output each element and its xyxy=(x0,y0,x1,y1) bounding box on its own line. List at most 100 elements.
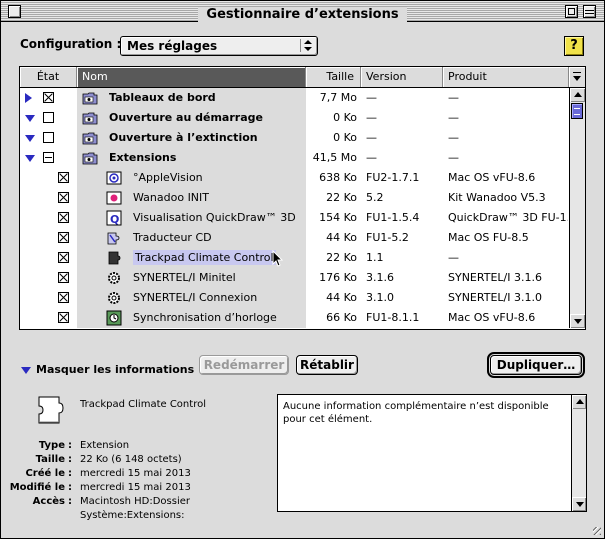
enable-checkbox[interactable] xyxy=(58,232,69,243)
enable-checkbox[interactable] xyxy=(43,92,54,103)
row-name[interactable]: Synchronisation d’horloge xyxy=(133,308,303,328)
row-version: FU1-8.1.1 xyxy=(366,311,420,324)
help-button[interactable]: ? xyxy=(564,36,584,56)
list-scrollbar[interactable] xyxy=(569,88,585,328)
row-name[interactable]: SYNERTEL/I Minitel xyxy=(133,268,303,288)
column-header-state[interactable]: État xyxy=(20,67,77,87)
gear-icon xyxy=(106,290,122,306)
enable-checkbox[interactable] xyxy=(58,312,69,323)
row-version: 5.2 xyxy=(366,191,384,204)
resize-grip-icon[interactable] xyxy=(590,524,603,537)
row-version: — xyxy=(366,131,377,144)
blank-extension-icon xyxy=(106,250,122,266)
description-box[interactable]: Aucune information complémentaire n’est … xyxy=(277,394,587,512)
desc-scroll-down-arrow-icon[interactable] xyxy=(572,497,586,511)
row-product: — xyxy=(448,91,459,104)
row-size: 0 Ko xyxy=(333,111,357,124)
configuration-value: Mes réglages xyxy=(127,39,218,53)
row-name[interactable]: Tableaux de bord xyxy=(109,88,304,108)
popup-arrows-icon xyxy=(300,39,314,52)
disclosure-triangle-icon[interactable] xyxy=(25,93,32,103)
table-row[interactable]: °AppleVision 638 Ko FU2-1.7.1 Mac OS vFU-8.… xyxy=(20,168,569,188)
row-name[interactable]: SYNERTEL/I Connexion xyxy=(133,288,303,308)
folder-icon xyxy=(82,130,98,146)
enable-checkbox[interactable] xyxy=(58,172,69,183)
enable-checkbox[interactable] xyxy=(58,252,69,263)
enable-checkbox[interactable] xyxy=(43,152,54,163)
table-row[interactable]: Traducteur CD 44 Ko FU1-5.2 Mac OS FU-8.5 xyxy=(20,228,569,248)
disclosure-triangle-icon[interactable] xyxy=(25,115,35,122)
enable-checkbox[interactable] xyxy=(43,132,54,143)
table-row[interactable]: SYNERTEL/I Connexion 44 Ko 3.1.0 SYNERTEL/I… xyxy=(20,288,569,308)
column-header-product[interactable]: Produit xyxy=(443,67,569,87)
row-version: FU1-1.5.4 xyxy=(366,211,420,224)
title-bar[interactable]: Gestionnaire d’extensions xyxy=(1,1,604,23)
configuration-label: Configuration : xyxy=(20,37,122,51)
applevision-icon xyxy=(106,170,122,186)
row-version: 1.1 xyxy=(366,251,384,264)
collapse-box[interactable] xyxy=(583,5,596,18)
enable-checkbox[interactable] xyxy=(58,272,69,283)
extension-file-icon xyxy=(38,396,64,424)
table-row[interactable]: Ouverture au démarrage 0 Ko — — xyxy=(20,108,569,128)
description-scrollbar[interactable] xyxy=(571,395,586,511)
row-size: 41,5 Mo xyxy=(312,151,357,164)
scroll-thumb[interactable] xyxy=(571,103,583,119)
enable-checkbox[interactable] xyxy=(58,212,69,223)
row-name[interactable]: Visualisation QuickDraw™ 3D xyxy=(133,208,303,228)
wanadoo-icon xyxy=(106,190,122,206)
zoom-box[interactable] xyxy=(565,5,578,18)
row-size: 44 Ko xyxy=(326,291,357,304)
row-name[interactable]: Ouverture au démarrage xyxy=(109,108,304,128)
row-name[interactable]: Ouverture à l’extinction xyxy=(109,128,304,148)
column-header-size[interactable]: Taille xyxy=(306,67,361,87)
row-size: 0 Ko xyxy=(333,131,357,144)
row-product: SYNERTEL/I 3.1.0 xyxy=(448,291,542,304)
list-header: État Nom Taille Version Produit xyxy=(20,67,585,88)
table-row[interactable]: Q Visualisation QuickDraw™ 3D 154 Ko FU1-1.… xyxy=(20,208,569,228)
row-name[interactable]: °AppleVision xyxy=(133,168,303,188)
table-row[interactable]: Trackpad Climate Control 22 Ko 1.1— xyxy=(20,248,569,268)
configuration-popup[interactable]: Mes réglages xyxy=(120,36,318,56)
hide-info-toggle[interactable]: Masquer les informations xyxy=(21,363,194,376)
disclosure-triangle-icon[interactable] xyxy=(25,135,35,142)
table-row[interactable]: Tableaux de bord 7,7 Mo — — xyxy=(20,88,569,108)
row-product: SYNERTEL/I 3.1.6 xyxy=(448,271,542,284)
row-product: — xyxy=(448,151,459,164)
row-product: QuickDraw™ 3D FU-1... xyxy=(448,211,568,224)
row-product: — xyxy=(448,131,459,144)
table-row[interactable]: Synchronisation d’horloge 66 Ko FU1-8.1.1 M… xyxy=(20,308,569,328)
revert-button[interactable]: Rétablir xyxy=(296,355,358,375)
disclosure-triangle-icon xyxy=(21,366,31,374)
puzzle-icon xyxy=(106,230,122,246)
row-size: 22 Ko xyxy=(326,191,357,204)
row-size: 7,7 Mo xyxy=(319,91,357,104)
row-size: 66 Ko xyxy=(326,311,357,324)
folder-icon xyxy=(82,150,98,166)
scroll-up-arrow-icon[interactable] xyxy=(570,88,585,102)
sort-order-button[interactable] xyxy=(569,67,585,87)
scroll-down-arrow-icon[interactable] xyxy=(570,314,585,328)
table-row[interactable]: Extensions 41,5 Mo — — xyxy=(20,148,569,168)
row-product: — xyxy=(448,111,459,124)
table-row[interactable]: Ouverture à l’extinction 0 Ko — — xyxy=(20,128,569,148)
restart-button[interactable]: Redémarrer xyxy=(199,355,289,375)
table-row[interactable]: SYNERTEL/I Minitel 176 Ko 3.1.6 SYNERTEL/I … xyxy=(20,268,569,288)
description-text: Aucune information complémentaire n’est … xyxy=(283,401,549,425)
row-name[interactable]: Traducteur CD xyxy=(133,228,303,248)
row-name[interactable]: Wanadoo INIT xyxy=(133,188,303,208)
svg-text:Q: Q xyxy=(110,213,119,226)
disclosure-triangle-icon[interactable] xyxy=(25,155,35,162)
enable-checkbox[interactable] xyxy=(43,112,54,123)
enable-checkbox[interactable] xyxy=(58,292,69,303)
row-product: Mac OS vFU-8.6 xyxy=(448,171,536,184)
enable-checkbox[interactable] xyxy=(58,192,69,203)
desc-scroll-up-arrow-icon[interactable] xyxy=(572,395,586,409)
row-name[interactable]: Extensions xyxy=(109,148,304,168)
column-header-version[interactable]: Version xyxy=(361,67,443,87)
table-row[interactable]: Wanadoo INIT 22 Ko 5.2 Kit Wanadoo V5.3 xyxy=(20,188,569,208)
column-header-name[interactable]: Nom xyxy=(77,67,306,87)
window-title: Gestionnaire d’extensions xyxy=(198,7,407,23)
duplicate-button[interactable]: Dupliquer… xyxy=(487,352,585,378)
row-size: 638 Ko xyxy=(319,171,357,184)
